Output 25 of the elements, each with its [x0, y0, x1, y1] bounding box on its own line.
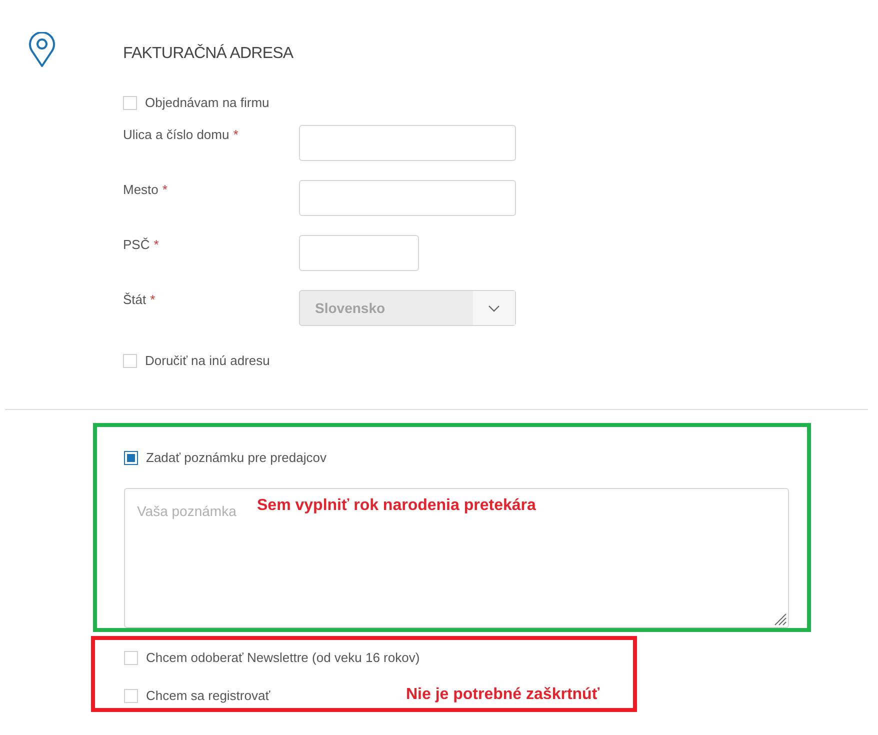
chevron-down-icon: [488, 304, 500, 312]
checkbox[interactable]: [124, 451, 138, 465]
text-field[interactable]: [299, 235, 419, 271]
select-value: Slovensko: [314, 298, 386, 318]
required-mark: *: [162, 182, 168, 197]
field-label: PSČ: [123, 237, 150, 252]
section-title: FAKTURAČNÁ ADRESA: [123, 43, 294, 64]
text-field[interactable]: [299, 180, 516, 216]
checkbox-label[interactable]: Doručiť na inú adresu: [145, 351, 270, 371]
annotation-note: Sem vyplniť rok narodenia pretekára: [257, 496, 536, 516]
placeholder-text: Vaša poznámka: [137, 502, 236, 521]
text-field[interactable]: [299, 125, 516, 161]
resize-grip-icon: [773, 612, 787, 626]
checkbox-label[interactable]: Chcem sa registrovať: [146, 686, 270, 706]
checkbox-label[interactable]: Objednávam na firmu: [145, 93, 270, 113]
annotation-note: Nie je potrebné zaškrtnúť: [406, 685, 600, 705]
checkbox-label[interactable]: Zadať poznámku pre predajcov: [146, 448, 326, 468]
field-label: Štát: [123, 292, 146, 307]
field-label: Ulica a číslo domu: [123, 127, 230, 142]
checkbox-label[interactable]: Chcem odoberať Newslettre (od veku 16 rokov): [146, 648, 420, 668]
required-mark: *: [150, 292, 156, 307]
required-mark: *: [233, 127, 238, 142]
field-label: Mesto: [123, 182, 158, 197]
required-mark: *: [154, 237, 159, 252]
location-pin-icon: [28, 32, 56, 68]
